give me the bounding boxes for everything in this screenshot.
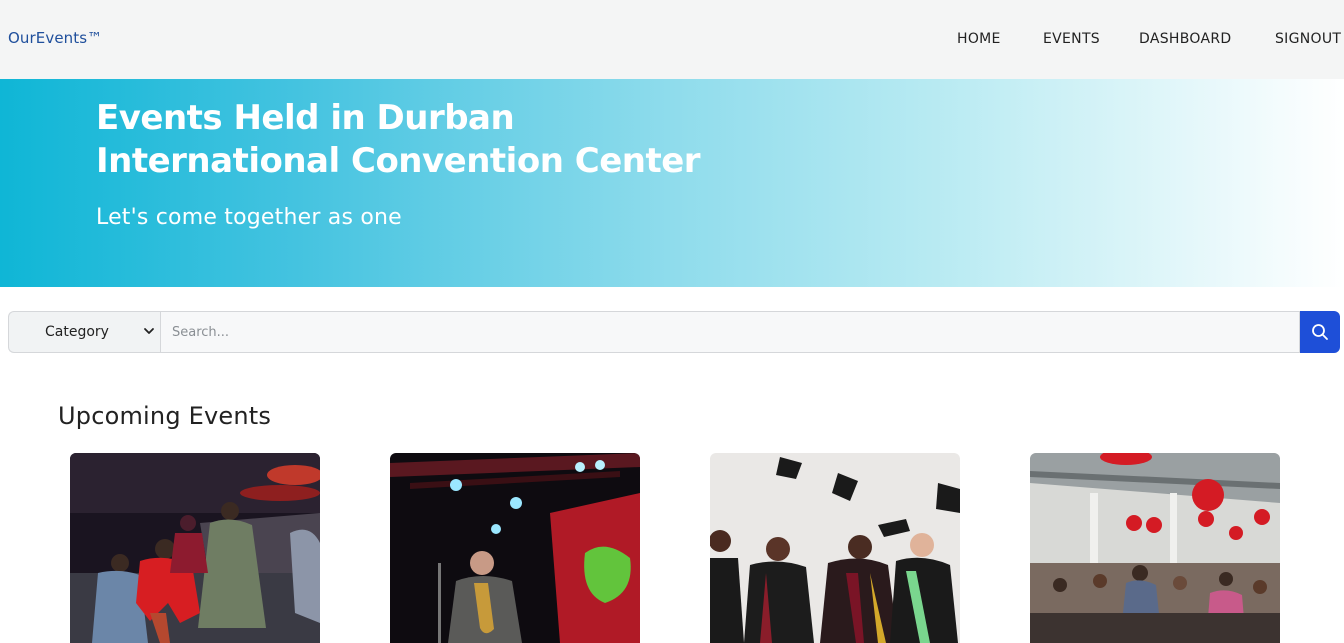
top-navbar: OurEvents™ HOME EVENTS DASHBOARD SIGNOUT (0, 0, 1344, 79)
event-card-image-stage-performance[interactable] (70, 453, 320, 643)
hero-title-line2: International Convention Center (96, 141, 701, 181)
stage-performance-photo (70, 453, 320, 643)
upcoming-events-heading: Upcoming Events (58, 402, 272, 430)
hero-title-line1: Events Held in Durban (96, 98, 515, 138)
market-hall-photo (1030, 453, 1280, 643)
category-select[interactable]: Category (8, 311, 160, 353)
hero-subtitle: Let's come together as one (96, 205, 402, 230)
brand-logo[interactable]: OurEvents™ (8, 29, 102, 47)
category-select-value: Category (45, 324, 109, 340)
search-placeholder: Search... (172, 325, 230, 340)
event-card-image-market[interactable] (1030, 453, 1280, 643)
hero-banner: Events Held in Durban International Conv… (0, 79, 1344, 287)
event-card-image-graduation[interactable] (710, 453, 960, 643)
hero-title: Events Held in Durban International Conv… (96, 97, 796, 183)
nav-events[interactable]: EVENTS (1043, 31, 1100, 47)
jazz-saxophonist-photo (390, 453, 640, 643)
nav-signout[interactable]: SIGNOUT (1275, 31, 1341, 47)
search-input[interactable]: Search... (160, 311, 1300, 353)
search-icon (1312, 324, 1328, 340)
nav-home[interactable]: HOME (957, 31, 1001, 47)
search-button[interactable] (1300, 311, 1340, 353)
chevron-down-icon (144, 328, 154, 334)
search-bar: Category Search... (8, 311, 1340, 353)
nav-dashboard[interactable]: DASHBOARD (1139, 31, 1231, 47)
graduation-celebration-photo (710, 453, 960, 643)
event-card-image-jazz[interactable] (390, 453, 640, 643)
